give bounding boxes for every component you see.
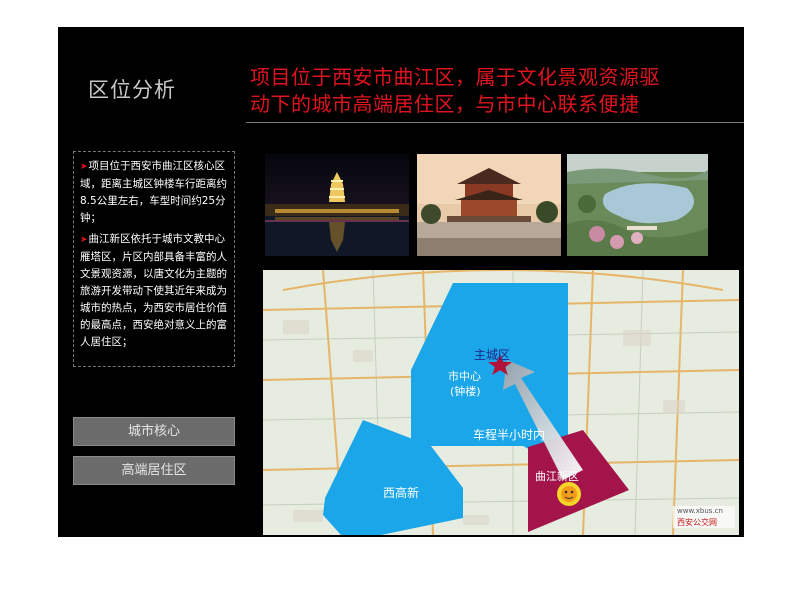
sun-marker-icon xyxy=(557,482,581,506)
tag-city-core: 城市核心 xyxy=(73,417,235,446)
location-map: 主城区 市中心 (钟楼) 车程半小时内 曲江新区 西高新 www.xbus.cn… xyxy=(263,270,739,535)
xigaoxin-label: 西高新 xyxy=(383,486,420,500)
description-paragraph-2: ➤曲江新区依托于城市文教中心雁塔区，片区内部具备丰富的人文景观资源，以唐文化为主… xyxy=(80,233,227,348)
bell-tower-label: (钟楼) xyxy=(450,385,481,398)
headline-line-2: 动下的城市高端居住区，与市中心联系便捷 xyxy=(250,92,640,116)
pagoda-night-photo xyxy=(265,154,409,256)
drive-time-label: 车程半小时内 xyxy=(473,428,546,442)
headline-line-1: 项目位于西安市曲江区，属于文化景观资源驱 xyxy=(250,65,660,89)
headline-divider xyxy=(246,122,744,123)
qujiang-label: 曲江新区 xyxy=(535,470,579,483)
lake-park-photo xyxy=(567,154,708,256)
main-city-label: 主城区 xyxy=(474,348,511,362)
watermark-name: 西安公交网 xyxy=(677,518,717,527)
tag-high-end-residence: 高端居住区 xyxy=(73,456,235,485)
bullet-arrow-icon: ➤ xyxy=(80,162,88,172)
bullet-arrow-icon: ➤ xyxy=(80,235,88,245)
watermark-url: www.xbus.cn xyxy=(677,507,723,515)
city-center-label: 市中心 xyxy=(448,370,481,383)
description-paragraph-1: ➤项目位于西安市曲江区核心区域，距离主城区钟楼车行距离约8.5公里左右，车型时间… xyxy=(80,160,227,224)
slide: 区位分析 项目位于西安市曲江区，属于文化景观资源驱 动下的城市高端居住区，与市中… xyxy=(58,27,744,537)
pavilion-photo xyxy=(417,154,561,256)
section-title: 区位分析 xyxy=(88,78,176,102)
headline: 项目位于西安市曲江区，属于文化景观资源驱 动下的城市高端居住区，与市中心联系便捷 xyxy=(250,64,740,118)
description-box: ➤项目位于西安市曲江区核心区域，距离主城区钟楼车行距离约8.5公里左右，车型时间… xyxy=(73,151,235,367)
